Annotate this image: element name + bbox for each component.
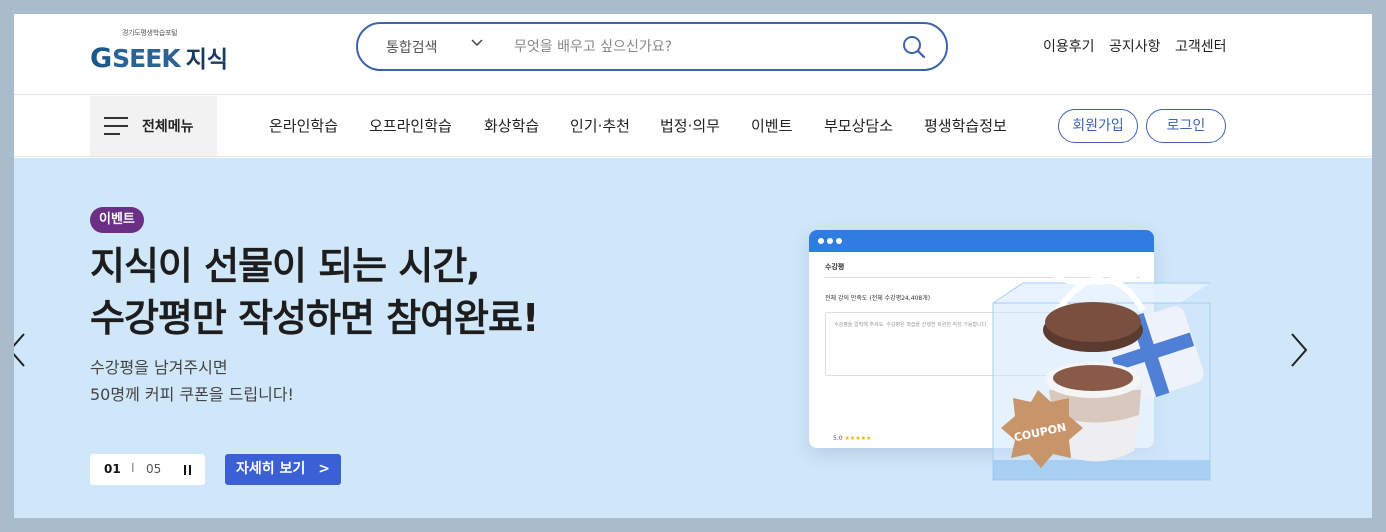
login-button[interactable]: 로그인 bbox=[1146, 109, 1226, 143]
chevron-down-icon[interactable] bbox=[470, 36, 484, 50]
nav-item-video[interactable]: 화상학습 bbox=[484, 115, 539, 136]
pager-current: 01 bbox=[104, 462, 121, 476]
search-bar: 통합검색 bbox=[356, 22, 948, 71]
details-label: 자세히 보기 bbox=[236, 461, 306, 477]
nav-item-offline[interactable]: 오프라인학습 bbox=[369, 115, 452, 136]
slide-pager: 01 I 05 bbox=[90, 454, 205, 485]
hamburger-icon bbox=[104, 117, 128, 135]
logo-g: G bbox=[90, 43, 113, 74]
event-badge: 이벤트 bbox=[90, 207, 144, 233]
subtext-line-2: 50명께 커피 쿠폰을 드립니다! bbox=[90, 385, 294, 404]
util-link-support[interactable]: 고객센터 bbox=[1175, 36, 1227, 56]
chevron-left-icon[interactable] bbox=[14, 330, 28, 370]
search-input[interactable] bbox=[514, 34, 874, 60]
util-link-reviews[interactable]: 이용후기 bbox=[1043, 36, 1095, 56]
details-button[interactable]: 자세히 보기 > bbox=[225, 454, 341, 485]
all-menu-label: 전체메뉴 bbox=[142, 119, 194, 135]
nav-item-parents[interactable]: 부모상담소 bbox=[824, 115, 893, 136]
logo-wordmark: GSEEK 지식 bbox=[90, 40, 228, 74]
chevron-right-icon[interactable] bbox=[1288, 330, 1310, 370]
mock-review-title: 수강평 bbox=[825, 263, 845, 271]
mock-rating: 5.0 ★★★★★ bbox=[833, 435, 872, 442]
main-nav: 전체메뉴 온라인학습 오프라인학습 화상학습 인기·추천 법정·의무 이벤트 부… bbox=[14, 96, 1372, 157]
window-titlebar bbox=[809, 230, 1154, 252]
nav-item-online[interactable]: 온라인학습 bbox=[269, 115, 338, 136]
logo-jisik: 지식 bbox=[185, 47, 229, 73]
site-logo[interactable]: 경기도평생학습포털 GSEEK 지식 bbox=[90, 28, 260, 76]
mock-review-stat: 전체 강의 만족도 (전체 수강평24,408개) bbox=[825, 295, 931, 302]
hero-banner: 이벤트 지식이 선물이 되는 시간, 수강평만 작성하면 참여완료! 수강평을 … bbox=[14, 158, 1372, 518]
page-frame: 경기도평생학습포털 GSEEK지식 통합검색 이용후기 공지사항 고객센터 bbox=[14, 14, 1372, 518]
nav-item-legal[interactable]: 법정·의무 bbox=[660, 115, 720, 136]
gift-box-illustration: COUPON bbox=[992, 270, 1211, 481]
headline-line-2: 수강평만 작성하면 참여완료! bbox=[90, 296, 539, 340]
details-arrow: > bbox=[318, 461, 330, 477]
subtext-line-1: 수강평을 남겨주시면 bbox=[90, 358, 228, 377]
search-icon[interactable] bbox=[900, 33, 928, 61]
banner-headline: 지식이 선물이 되는 시간, 수강평만 작성하면 참여완료! bbox=[90, 240, 539, 344]
pause-icon[interactable] bbox=[184, 465, 192, 475]
search-category-select[interactable]: 통합검색 bbox=[386, 37, 438, 57]
mock-review-placeholder: 수강평을 입력해 주세요. 수강평은 학습을 진행한 회원만 작성 가능합니다. bbox=[834, 322, 988, 328]
nav-item-events[interactable]: 이벤트 bbox=[751, 115, 792, 136]
all-menu-button[interactable]: 전체메뉴 bbox=[90, 96, 217, 156]
site-header: 경기도평생학습포털 GSEEK지식 통합검색 이용후기 공지사항 고객센터 bbox=[14, 14, 1372, 95]
nav-item-info[interactable]: 평생학습정보 bbox=[924, 115, 1007, 136]
pager-separator: I bbox=[131, 461, 135, 475]
nav-item-popular[interactable]: 인기·추천 bbox=[570, 115, 630, 136]
signup-button[interactable]: 회원가입 bbox=[1058, 109, 1138, 143]
logo-seek: SEEK bbox=[112, 44, 181, 73]
banner-subtext: 수강평을 남겨주시면 50명께 커피 쿠폰을 드립니다! bbox=[90, 354, 294, 408]
pager-total: 05 bbox=[146, 462, 162, 476]
util-link-notices[interactable]: 공지사항 bbox=[1109, 36, 1161, 56]
headline-line-1: 지식이 선물이 되는 시간, bbox=[90, 244, 481, 288]
logo-tagline: 경기도평생학습포털 bbox=[122, 29, 178, 37]
